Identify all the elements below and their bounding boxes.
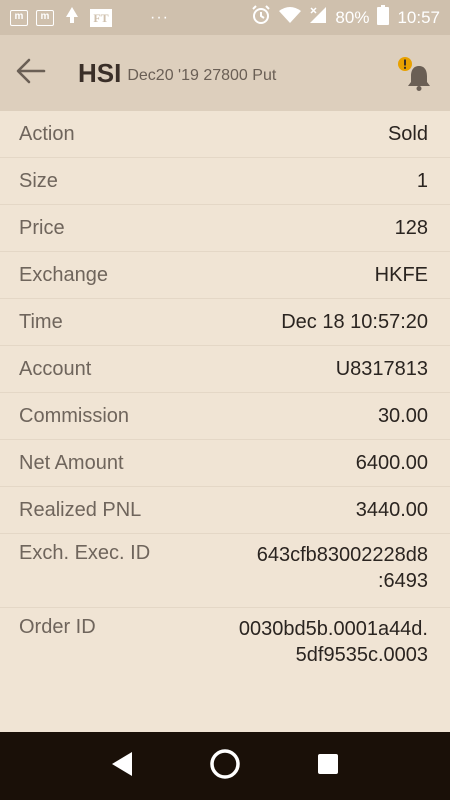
detail-value: 0030bd5b.0001a44d. 5df9535c.0003: [239, 616, 428, 668]
detail-row-order-id: Order ID 0030bd5b.0001a44d. 5df9535c.000…: [0, 608, 450, 688]
detail-value: 1: [416, 170, 428, 192]
alarm-icon: [251, 5, 271, 30]
tree-notification-icon: [62, 5, 82, 30]
triangle-back-icon: [110, 751, 134, 782]
detail-value: 6400.00: [355, 452, 428, 474]
detail-label: Net Amount: [19, 451, 124, 474]
detail-value: HKFE: [374, 264, 428, 286]
detail-label: Size: [19, 169, 58, 192]
detail-value: 128: [394, 217, 428, 239]
detail-label: Price: [19, 216, 65, 239]
back-arrow-icon: [16, 58, 46, 89]
detail-row-exch-exec-id: Exch. Exec. ID 643cfb83002228d8 :6493: [0, 534, 450, 608]
ft-notification-icon: FT: [90, 8, 112, 27]
wifi-icon: [279, 6, 302, 29]
signal-icon: [309, 6, 327, 29]
detail-value: 643cfb83002228d8 :6493: [257, 542, 428, 594]
status-bar: m m FT ··· 80% 10:57: [0, 0, 450, 35]
detail-value: U8317813: [335, 358, 428, 380]
m-notification-icon: m: [10, 9, 28, 26]
nav-back-button[interactable]: [100, 744, 144, 788]
detail-row-time: Time Dec 18 10:57:20: [0, 299, 450, 346]
more-notifications-icon: ···: [150, 8, 169, 26]
battery-percent: 80%: [335, 7, 370, 27]
detail-value: 3440.00: [355, 499, 428, 521]
detail-row-account: Account U8317813: [0, 346, 450, 393]
detail-row-exchange: Exchange HKFE: [0, 252, 450, 299]
detail-row-price: Price 128: [0, 205, 450, 252]
detail-value-line: 0030bd5b.0001a44d.: [238, 618, 428, 640]
detail-label: Realized PNL: [19, 498, 142, 521]
back-button[interactable]: [16, 53, 56, 93]
battery-icon: [377, 5, 390, 30]
page-title-symbol: HSI: [78, 57, 122, 88]
detail-value-line: 5df9535c.0003: [295, 644, 428, 666]
detail-label: Commission: [19, 404, 130, 427]
detail-label: Account: [19, 357, 92, 380]
detail-label: Exch. Exec. ID: [19, 542, 151, 564]
square-recents-icon: [317, 753, 339, 780]
trade-details-list: Action Sold Size 1 Price 128 Exchange HK…: [0, 111, 450, 732]
detail-value: Sold: [387, 123, 428, 145]
circle-home-icon: [209, 748, 241, 785]
clock: 10:57: [397, 7, 440, 27]
detail-label: Exchange: [19, 263, 108, 286]
alerts-button[interactable]: [398, 55, 434, 91]
detail-label: Time: [19, 310, 63, 333]
detail-row-realized-pnl: Realized PNL 3440.00: [0, 487, 450, 534]
detail-label: Action: [19, 122, 75, 145]
nav-recents-button[interactable]: [306, 744, 350, 788]
detail-row-action: Action Sold: [0, 111, 450, 158]
alert-badge-icon: [398, 57, 412, 76]
detail-value-line: :6493: [377, 570, 428, 592]
m-notification-icon: m: [36, 9, 54, 26]
detail-value-line: 643cfb83002228d8: [256, 544, 428, 566]
system-nav-bar: [0, 732, 450, 800]
detail-value: 30.00: [377, 405, 428, 427]
page-title-description: Dec20 '19 27800 Put: [127, 67, 277, 84]
detail-row-commission: Commission 30.00: [0, 393, 450, 440]
nav-home-button[interactable]: [203, 744, 247, 788]
detail-value: Dec 18 10:57:20: [281, 311, 428, 333]
app-bar: HSI Dec20 '19 27800 Put: [0, 35, 450, 111]
detail-row-size: Size 1: [0, 158, 450, 205]
detail-row-net-amount: Net Amount 6400.00: [0, 440, 450, 487]
detail-label: Order ID: [19, 616, 96, 638]
